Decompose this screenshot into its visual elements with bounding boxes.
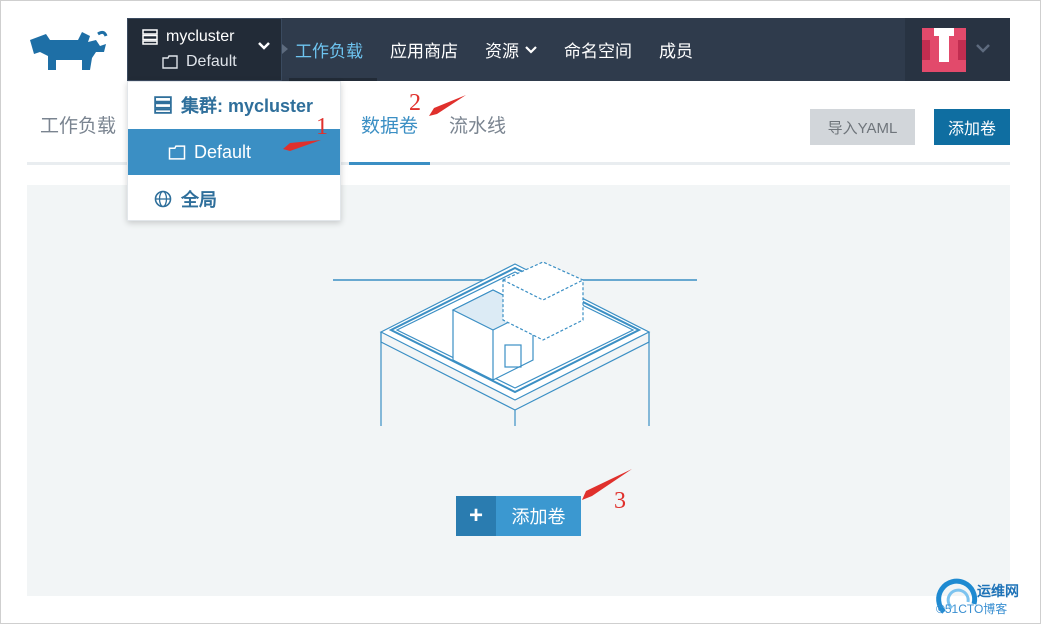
farm-illustration — [333, 261, 697, 426]
annotation-number: 3 — [614, 488, 626, 514]
dropdown-project-item[interactable]: Default — [128, 129, 340, 175]
watermark-subtitle: ©51CTO博客 — [936, 602, 1008, 616]
nav-workloads-label: 工作负载 — [295, 42, 363, 61]
nav-resources[interactable]: 资源 — [485, 18, 537, 81]
add-volume-button[interactable]: 添加卷 — [934, 109, 1010, 145]
cluster-project-dropdown: 集群: mycluster Default 全局 — [127, 81, 341, 221]
dropdown-cluster-item[interactable]: 集群: mycluster — [128, 82, 340, 128]
tab-workloads[interactable]: 工作负载 — [40, 104, 116, 162]
project-row: Default — [162, 53, 237, 71]
tab-volumes-label: 数据卷 — [361, 116, 419, 137]
server-icon — [154, 96, 172, 114]
avatar — [922, 28, 966, 72]
user-menu[interactable] — [905, 18, 1010, 81]
annotation-number: 1 — [316, 114, 328, 140]
nav-namespaces-label: 命名空间 — [564, 42, 632, 61]
nav-resources-label: 资源 — [485, 42, 519, 61]
chevron-down-icon — [976, 44, 990, 53]
annotation-number: 2 — [409, 90, 421, 116]
nav-members[interactable]: 成员 — [659, 18, 693, 81]
dropdown-project-label: Default — [194, 141, 252, 162]
tab-pipelines-label: 流水线 — [449, 116, 507, 137]
nav-members-label: 成员 — [659, 42, 693, 61]
main-nav: 工作负载 应用商店 资源 命名空间 成员 — [289, 18, 693, 81]
folder-icon — [168, 144, 186, 160]
cluster-name: mycluster — [166, 28, 235, 45]
add-volume-main-label: 添加卷 — [511, 507, 566, 527]
folder-icon — [162, 55, 178, 69]
dropdown-cluster-label: 集群: mycluster — [181, 96, 314, 116]
top-nav-bar: mycluster Default 工作负载 应用商店 资源 命名空间 成员 — [127, 18, 1010, 81]
chevron-down-icon — [258, 42, 270, 50]
nav-catalog-label: 应用商店 — [390, 42, 458, 61]
add-volume-main-button[interactable]: + 添加卷 — [456, 496, 581, 536]
dropdown-global-item[interactable]: 全局 — [128, 176, 340, 222]
server-icon — [142, 29, 158, 45]
dropdown-global-label: 全局 — [181, 190, 217, 210]
chevron-down-icon — [525, 45, 537, 54]
nav-namespaces[interactable]: 命名空间 — [564, 18, 632, 81]
selector-arrow — [282, 44, 288, 54]
rancher-logo[interactable] — [26, 26, 112, 72]
watermark-title: 运维网 — [977, 583, 1019, 599]
project-name: Default — [186, 53, 237, 70]
nav-workloads[interactable]: 工作负载 — [289, 18, 377, 81]
nav-catalog[interactable]: 应用商店 — [390, 18, 458, 81]
globe-icon — [154, 190, 172, 208]
import-yaml-button[interactable]: 导入YAML — [810, 109, 915, 145]
tab-pipelines[interactable]: 流水线 — [449, 104, 506, 162]
cluster-project-selector[interactable]: mycluster Default — [127, 18, 282, 81]
tab-workloads-label: 工作负载 — [40, 116, 117, 137]
plus-icon: + — [456, 496, 496, 536]
cluster-row: mycluster — [142, 28, 234, 46]
